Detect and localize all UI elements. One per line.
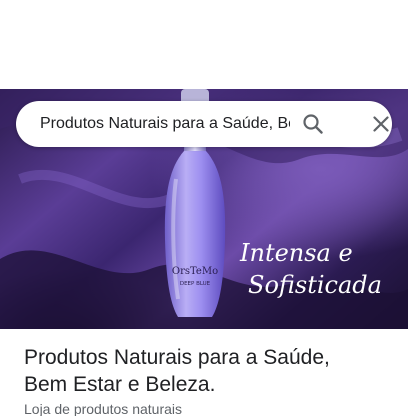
place-title-line1: Produtos Naturais para a Saúde, — [24, 346, 330, 369]
search-input[interactable]: Produtos Naturais para a Saúde, Bem — [40, 114, 290, 136]
place-title-line2: Bem Estar e Beleza. — [24, 373, 216, 396]
bottle-variant-label: DEEP BLUE — [180, 281, 211, 287]
place-title: Produtos Naturais para a Saúde, Bem Esta… — [24, 344, 394, 398]
place-category: Loja de produtos naturais — [24, 401, 182, 416]
search-bar[interactable]: Produtos Naturais para a Saúde, Bem — [16, 101, 392, 147]
search-icon[interactable] — [301, 112, 325, 136]
close-icon[interactable] — [371, 114, 391, 134]
hero-tagline-line1: Intensa e — [239, 239, 353, 267]
bottle-brand-label: OrsTeMo — [172, 266, 218, 277]
top-spacer — [0, 0, 408, 89]
hero-tagline-line2: Sofisticada — [248, 271, 382, 299]
